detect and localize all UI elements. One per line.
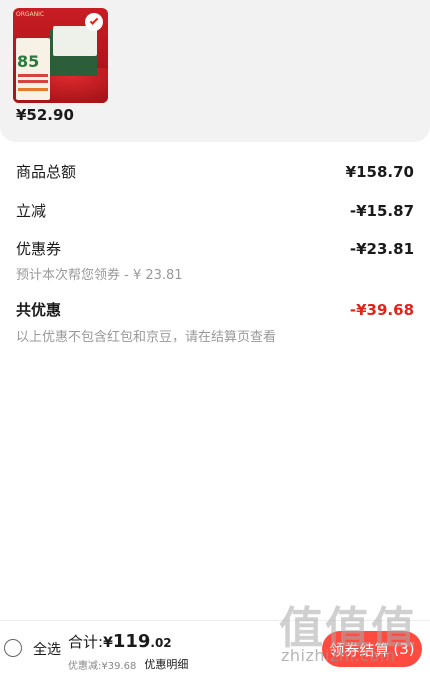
thumbnail-promo-number: 85 xyxy=(17,52,40,71)
coupon-value: -¥23.81 xyxy=(349,240,414,258)
total-discount-label: 共优惠 xyxy=(16,301,62,319)
checkmark-icon xyxy=(89,16,99,25)
discount-summary: 优惠减:¥39.68 优惠明细 xyxy=(68,656,188,672)
product-thumbnail[interactable]: ORGANIC 85 xyxy=(13,8,108,103)
discount-detail-button[interactable]: 优惠明细 xyxy=(144,656,188,672)
instant-discount-row: 立减 -¥15.87 xyxy=(16,200,414,221)
total-decimal: .02 xyxy=(150,636,172,650)
order-total: 合计: ¥ 119 .02 xyxy=(68,631,172,652)
goods-total-label: 商品总额 xyxy=(16,163,77,181)
total-label: 合计: xyxy=(68,633,104,651)
coupon-label: 优惠券 xyxy=(16,240,62,258)
select-all-radio[interactable] xyxy=(4,639,22,657)
watermark-site: zhizhizhi.com xyxy=(281,646,396,665)
item-price: ¥52.90 xyxy=(16,106,74,124)
select-all-label[interactable]: 全选 xyxy=(33,639,61,659)
goods-total-row: 商品总额 ¥158.70 xyxy=(16,161,414,182)
discount-amount-text: 优惠减:¥39.68 xyxy=(68,660,137,672)
selected-check-icon[interactable] xyxy=(85,13,103,31)
instant-discount-label: 立减 xyxy=(16,202,47,220)
thumbnail-promo-line xyxy=(18,80,48,83)
discount-footnote: 以上优惠不包含红包和京豆，请在结算页查看 xyxy=(16,330,277,345)
goods-total-value: ¥158.70 xyxy=(345,163,414,181)
coupon-note: 预计本次帮您领券 - ¥ 23.81 xyxy=(16,268,183,283)
product-card: ORGANIC 85 ¥52.90 xyxy=(0,0,430,142)
thumbnail-promo-line xyxy=(18,74,48,77)
coupon-row: 优惠券 -¥23.81 xyxy=(16,238,414,259)
total-discount-value: -¥39.68 xyxy=(349,301,414,319)
instant-discount-value: -¥15.87 xyxy=(349,202,414,220)
thumbnail-promo-line xyxy=(18,88,48,91)
thumbnail-brand-text: ORGANIC xyxy=(16,11,45,18)
total-currency: ¥ xyxy=(103,635,113,651)
total-integer: 119 xyxy=(112,631,151,652)
total-discount-row: 共优惠 -¥39.68 xyxy=(16,299,414,320)
